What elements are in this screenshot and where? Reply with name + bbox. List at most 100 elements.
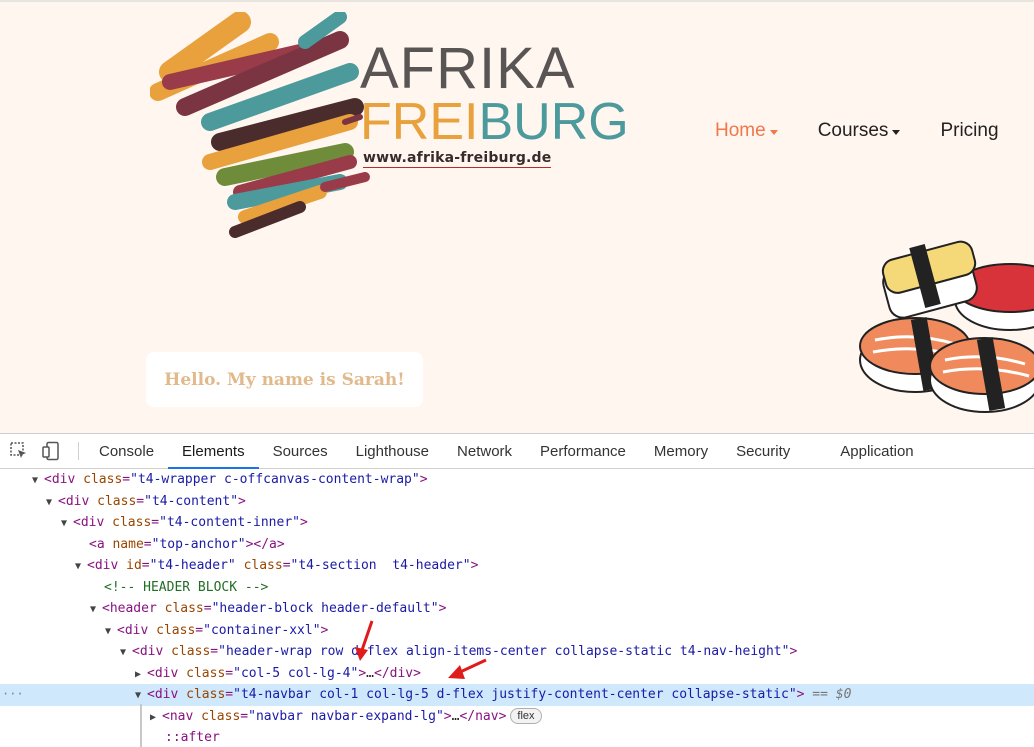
dom-attr-value: navbar navbar-expand-lg <box>255 708 436 724</box>
dom-tag: nav <box>169 708 194 724</box>
nav-courses[interactable]: Courses <box>818 120 901 142</box>
dom-attr-value: t4-wrapper c-offcanvas-content-wrap <box>137 472 412 487</box>
dom-close-tag: </nav> <box>459 708 507 724</box>
dom-attr-value: t4-content <box>151 493 231 509</box>
elements-dom-tree: ▼ <div class="t4-wrapper c-offcanvas-cont… <box>0 469 1034 747</box>
selected-node-marker: == $0 <box>804 687 852 702</box>
dom-node-row[interactable]: ▼ <div class="t4-content"> <box>0 491 1034 513</box>
tab-lighthouse[interactable]: Lighthouse <box>342 434 443 468</box>
nav-pricing-label: Pricing <box>940 120 999 141</box>
inspect-element-icon[interactable] <box>6 434 32 468</box>
dom-node-row-selected[interactable]: ··· ▼ <div class="t4-navbar col-1 col-lg-5… <box>0 684 1034 706</box>
expanded-triangle-icon[interactable]: ▼ <box>120 642 132 664</box>
dom-close-tag: </div> <box>374 665 421 681</box>
logo-frei: FREI <box>360 93 479 151</box>
logo-title-afrika: AFRIKA <box>360 36 576 101</box>
logo-url: www.afrika-freiburg.de <box>363 150 552 168</box>
dom-attr-name: class <box>243 558 283 573</box>
dom-attr-name: class <box>201 708 241 724</box>
dom-node-row[interactable]: <a name="top-anchor"></a> <box>0 534 1034 556</box>
tab-security[interactable]: Security <box>722 434 804 468</box>
expanded-triangle-icon[interactable]: ▼ <box>61 513 73 535</box>
dom-attr-value: top-anchor <box>159 536 238 552</box>
sushi-illustration <box>859 240 1034 413</box>
tab-performance[interactable]: Performance <box>526 434 640 468</box>
dom-attr-name: class <box>164 601 204 616</box>
devtools-tabbar: Console Elements Sources Lighthouse Netw… <box>0 434 1034 469</box>
dom-attr-value: t4-content-inner <box>166 515 293 530</box>
website-viewport: AFRIKA FREIBURG www.afrika-freiburg.de H… <box>0 0 1034 433</box>
dom-attr-name: class <box>83 472 123 487</box>
expanded-triangle-icon[interactable]: ▼ <box>32 470 44 492</box>
dom-attr-name: id <box>126 558 142 573</box>
nav-pricing[interactable]: Pricing <box>940 120 998 142</box>
dom-attr-name: name <box>112 536 144 552</box>
dom-tag: div <box>154 665 179 681</box>
chevron-down-icon <box>892 129 901 135</box>
dom-attr-value: container-xxl <box>210 622 313 638</box>
dom-node-row[interactable]: ▼ <header class="header-block header-defa… <box>0 598 1034 620</box>
more-options-icon[interactable]: ··· <box>2 684 24 706</box>
tab-memory[interactable]: Memory <box>640 434 722 468</box>
dom-tag: a <box>96 536 105 552</box>
expanded-triangle-icon[interactable]: ▼ <box>90 599 102 621</box>
collapsed-ellipsis[interactable]: … <box>366 666 374 681</box>
toolbar-divider <box>78 442 79 460</box>
hello-banner: Hello. My name is Sarah! <box>146 352 423 407</box>
dom-node-row[interactable]: ▶ <div class="col-5 col-lg-4">…</div> <box>0 663 1034 685</box>
dom-attr-value: col-5 col-lg-4 <box>240 665 351 681</box>
tab-elements[interactable]: Elements <box>168 434 259 469</box>
dom-attr-value: t4-header <box>157 558 228 573</box>
dom-node-row[interactable]: ▶ <nav class="navbar navbar-expand-lg">…<… <box>0 706 1034 728</box>
tab-application[interactable]: Application <box>826 434 927 468</box>
dom-node-row[interactable]: ▼ <div class="t4-wrapper c-offcanvas-cont… <box>0 469 1034 491</box>
flex-badge[interactable]: flex <box>510 707 542 724</box>
dom-node-row[interactable]: ▼ <div id="t4-header" class="t4-section t… <box>0 555 1034 577</box>
dom-attr-name: class <box>186 687 226 702</box>
nav-home[interactable]: Home <box>715 120 778 142</box>
nav-courses-label: Courses <box>817 120 889 141</box>
dom-tag: div <box>65 493 90 509</box>
dom-attr-value: header-wrap row d-flex align-items-cente… <box>225 644 782 659</box>
expanded-triangle-icon[interactable]: ▼ <box>105 621 117 643</box>
dom-pseudo-element: ::after <box>165 730 220 745</box>
dom-attr-name: class <box>171 644 211 659</box>
dom-node-row[interactable]: ▼ <div class="t4-content-inner"> <box>0 512 1034 534</box>
tab-network[interactable]: Network <box>443 434 526 468</box>
annotation-arrow-icon <box>448 658 487 679</box>
chevron-down-icon <box>769 129 778 135</box>
devtools-panel: Console Elements Sources Lighthouse Netw… <box>0 433 1034 747</box>
dom-node-row[interactable]: ▼ <div class="header-wrap row d-flex alig… <box>0 641 1034 663</box>
annotation-arrow-icon <box>355 620 374 661</box>
dom-node-row[interactable]: <!-- HEADER BLOCK --> <box>0 577 1034 599</box>
expanded-triangle-icon[interactable]: ▼ <box>75 556 87 578</box>
expanded-triangle-icon[interactable]: ▼ <box>46 492 58 514</box>
dom-attr-name: class <box>186 665 226 681</box>
dom-node-row[interactable]: ::after <box>0 727 1034 747</box>
nav-home-label: Home <box>715 120 766 141</box>
dom-attr-value: header-block header-default <box>219 601 431 616</box>
dom-comment: <!-- HEADER BLOCK --> <box>104 579 269 595</box>
dom-tag: div <box>80 515 105 530</box>
collapsed-triangle-icon[interactable]: ▶ <box>150 707 162 729</box>
collapsed-triangle-icon[interactable]: ▶ <box>135 664 147 686</box>
logo-burg: BURG <box>478 93 629 151</box>
main-nav: Home Courses Pricing <box>715 120 999 142</box>
dom-close-tag: </a> <box>253 536 285 552</box>
dom-tag: div <box>154 687 179 702</box>
dom-tag: div <box>51 472 76 487</box>
dom-tag: header <box>109 601 157 616</box>
tab-console[interactable]: Console <box>85 434 168 468</box>
dom-attr-name: class <box>112 515 152 530</box>
logo-title-freiburg: FREIBURG <box>360 96 629 148</box>
tab-sources[interactable]: Sources <box>259 434 342 468</box>
dom-tag: div <box>139 644 164 659</box>
dom-tag: div <box>124 622 149 638</box>
dom-attr-value: t4-navbar col-1 col-lg-5 d-flex justify-… <box>240 687 789 702</box>
device-toolbar-icon[interactable] <box>38 434 64 468</box>
dom-node-row[interactable]: ▼ <div class="container-xxl"> <box>0 620 1034 642</box>
dom-attr-value: t4-section t4-header <box>298 558 463 573</box>
dom-attr-name: class <box>156 622 196 638</box>
dom-attr-name: class <box>97 493 137 509</box>
tree-indent-guide <box>140 704 142 747</box>
